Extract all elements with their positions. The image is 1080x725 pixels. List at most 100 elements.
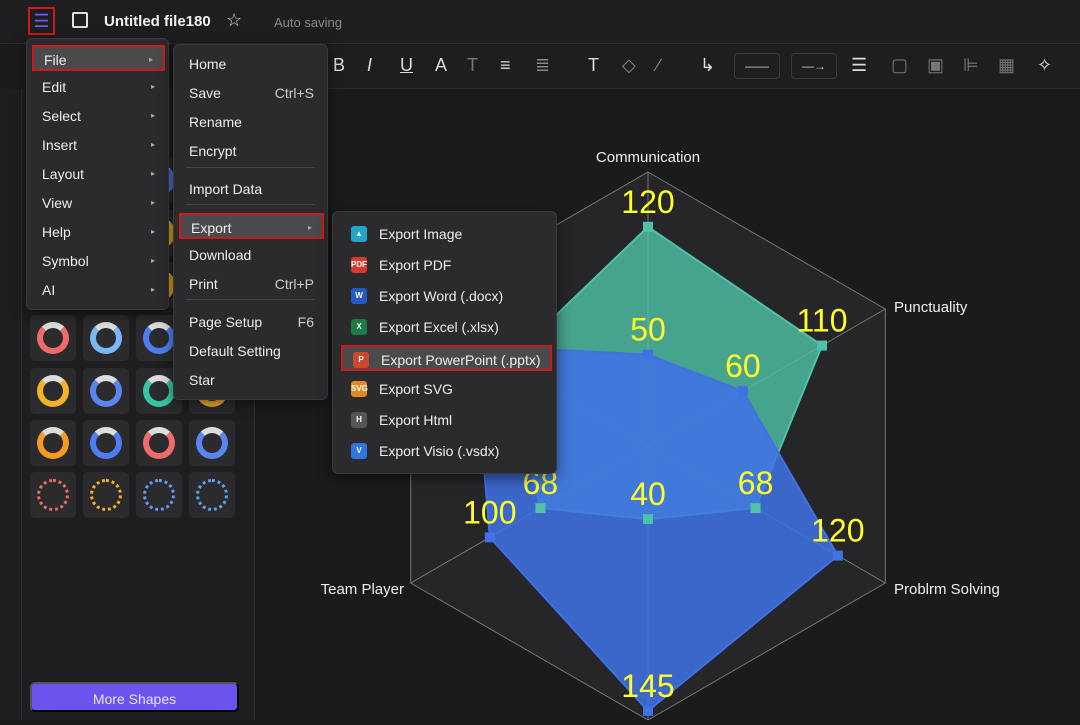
shape-thumbnail[interactable] bbox=[83, 472, 129, 518]
menu-item-view[interactable]: View ▸ bbox=[32, 190, 165, 216]
data-point bbox=[643, 514, 653, 525]
back-icon[interactable]: ▣ bbox=[927, 55, 944, 76]
file-menu-item-home[interactable]: Home bbox=[179, 51, 324, 77]
powerpoint-icon: P bbox=[353, 352, 369, 368]
group-icon[interactable]: ▦ bbox=[998, 55, 1015, 76]
document-title[interactable]: Untitled file180 bbox=[104, 13, 211, 30]
export-item-7[interactable]: V Export Visio (.vsdx) bbox=[341, 438, 552, 464]
export-item-1[interactable]: PDF Export PDF bbox=[341, 252, 552, 278]
menu-label: AI bbox=[42, 282, 56, 298]
data-label: 60 bbox=[725, 348, 761, 384]
align-icon[interactable]: ≡ bbox=[500, 55, 511, 76]
connector-icon[interactable]: ↳ bbox=[700, 55, 715, 76]
data-point bbox=[832, 550, 843, 561]
export-item-6[interactable]: H Export Html bbox=[341, 407, 552, 433]
donut-chart-icon bbox=[143, 322, 175, 354]
menu-label: Insert bbox=[42, 137, 78, 153]
menu-item-layout[interactable]: Layout ▸ bbox=[32, 161, 165, 187]
shape-thumbnail[interactable] bbox=[83, 368, 129, 414]
file-menu-item-star[interactable]: Star bbox=[179, 367, 324, 393]
file-menu-item-print[interactable]: Print Ctrl+P bbox=[179, 271, 324, 297]
shape-thumbnail[interactable] bbox=[30, 368, 76, 414]
shape-thumbnail[interactable] bbox=[136, 472, 182, 518]
pen-icon[interactable]: ∕ bbox=[657, 55, 660, 76]
shape-thumbnail[interactable] bbox=[189, 420, 235, 466]
file-menu-item-export[interactable]: Export ▸ bbox=[179, 213, 324, 239]
font-color-icon[interactable]: A bbox=[435, 55, 447, 76]
shape-thumbnail[interactable] bbox=[83, 420, 129, 466]
pdf-icon: PDF bbox=[351, 257, 367, 273]
text-icon[interactable]: T bbox=[588, 55, 599, 76]
bold-icon[interactable]: B bbox=[333, 55, 345, 76]
menu-label: Export Excel (.xlsx) bbox=[379, 319, 499, 335]
data-label: 40 bbox=[630, 476, 666, 512]
data-point bbox=[737, 386, 748, 397]
donut-chart-icon bbox=[37, 427, 69, 459]
data-point bbox=[484, 532, 495, 543]
progress-ring-icon bbox=[143, 479, 175, 511]
front-icon[interactable]: ▢ bbox=[891, 55, 908, 76]
menu-item-edit[interactable]: Edit ▸ bbox=[32, 74, 165, 100]
html-icon: H bbox=[351, 412, 367, 428]
file-menu-item-encrypt[interactable]: Encrypt bbox=[179, 138, 324, 164]
menu-label: Select bbox=[42, 108, 81, 124]
shape-thumbnail[interactable] bbox=[30, 420, 76, 466]
file-menu-item-download[interactable]: Download bbox=[179, 242, 324, 268]
export-item-5[interactable]: SVG Export SVG bbox=[341, 376, 552, 402]
file-menu-item-page-setup[interactable]: Page Setup F6 bbox=[179, 309, 324, 335]
export-item-3[interactable]: X Export Excel (.xlsx) bbox=[341, 314, 552, 340]
line-style-dropdown[interactable]: —— bbox=[734, 53, 780, 79]
shape-thumbnail[interactable] bbox=[30, 472, 76, 518]
spacing-icon[interactable]: ≣ bbox=[535, 55, 550, 76]
fill-icon[interactable]: ◇ bbox=[622, 55, 636, 76]
shape-thumbnail[interactable] bbox=[189, 472, 235, 518]
shape-thumbnail[interactable] bbox=[30, 315, 76, 361]
text-style-icon[interactable]: T bbox=[467, 55, 478, 76]
hamburger-menu-button[interactable]: ☰ bbox=[28, 7, 55, 35]
menu-item-symbol[interactable]: Symbol ▸ bbox=[32, 248, 165, 274]
menu-label: File bbox=[44, 52, 67, 68]
menu-item-file[interactable]: File ▸ bbox=[32, 45, 165, 71]
submenu-arrow-icon: ▸ bbox=[150, 256, 155, 265]
italic-icon[interactable]: I bbox=[367, 55, 372, 76]
shortcut: Ctrl+P bbox=[274, 276, 314, 292]
shortcut: ▸ bbox=[307, 223, 312, 232]
shape-thumbnail[interactable] bbox=[136, 420, 182, 466]
menu-label: Export Html bbox=[379, 412, 453, 428]
shape-thumbnail[interactable] bbox=[83, 315, 129, 361]
menu-label: Encrypt bbox=[189, 143, 237, 159]
menu-divider bbox=[186, 204, 315, 205]
donut-chart-icon bbox=[37, 322, 69, 354]
menu-label: View bbox=[42, 195, 73, 211]
star-icon[interactable]: ☆ bbox=[226, 10, 242, 31]
export-item-2[interactable]: W Export Word (.docx) bbox=[341, 283, 552, 309]
menu-label: Export PowerPoint (.pptx) bbox=[381, 352, 541, 368]
export-submenu: ▲ Export Image PDF Export PDF W Export Word (… bbox=[332, 211, 557, 474]
data-label: 120 bbox=[621, 184, 674, 220]
file-menu-item-rename[interactable]: Rename bbox=[179, 109, 324, 135]
menu-label: Export SVG bbox=[379, 381, 453, 397]
underline-icon[interactable]: U bbox=[400, 55, 413, 76]
line-weight-icon[interactable]: ☰ bbox=[851, 55, 867, 76]
file-menu-item-save[interactable]: Save Ctrl+S bbox=[179, 80, 324, 106]
more-shapes-button[interactable]: More Shapes bbox=[30, 682, 239, 712]
file-menu-item-default-setting[interactable]: Default Setting bbox=[179, 338, 324, 364]
data-label: 120 bbox=[811, 513, 864, 549]
autosave-status: Auto saving bbox=[274, 15, 342, 30]
arrow-style-dropdown[interactable]: —→ bbox=[791, 53, 837, 79]
menu-item-help[interactable]: Help ▸ bbox=[32, 219, 165, 245]
menu-item-select[interactable]: Select ▸ bbox=[32, 103, 165, 129]
menu-item-ai[interactable]: AI ▸ bbox=[32, 277, 165, 303]
menu-label: Save bbox=[189, 85, 221, 101]
align-left-icon[interactable]: ⊫ bbox=[963, 55, 979, 76]
donut-chart-icon bbox=[90, 322, 122, 354]
magic-icon[interactable]: ✧ bbox=[1037, 55, 1052, 76]
file-menu-item-import-data[interactable]: Import Data bbox=[179, 176, 324, 202]
save-icon[interactable] bbox=[72, 12, 88, 28]
export-item-4[interactable]: P Export PowerPoint (.pptx) bbox=[341, 345, 552, 371]
axis-label: Punctuality bbox=[894, 299, 968, 316]
menu-item-insert[interactable]: Insert ▸ bbox=[32, 132, 165, 158]
menu-label: Layout bbox=[42, 166, 85, 182]
axis-label: Team Player bbox=[321, 581, 404, 598]
export-item-0[interactable]: ▲ Export Image bbox=[341, 221, 552, 247]
